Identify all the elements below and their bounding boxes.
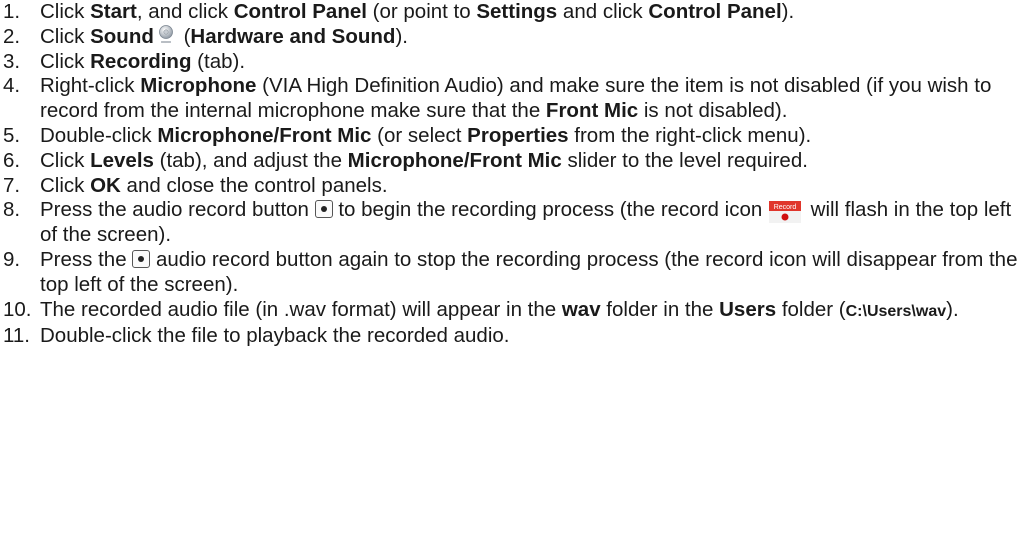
bold-term: wav xyxy=(561,297,601,321)
bold-term: Properties xyxy=(467,123,569,147)
instruction-list: 1. Click Start, and click Control Panel (… xyxy=(0,0,1033,349)
step-number: 11. xyxy=(3,324,30,348)
record-button-icon xyxy=(314,199,333,218)
step-item: 4. Right-click Microphone (VIA High Defin… xyxy=(0,74,1033,124)
bold-term: Microphone/Front Mic xyxy=(157,123,372,147)
step-item: 1. Click Start, and click Control Panel (… xyxy=(0,0,1033,25)
step-item: 11. Double-click the file to playback the… xyxy=(0,324,1033,349)
step-number: 8. xyxy=(3,198,21,222)
text-run: and close the control panels. xyxy=(120,173,388,197)
step-number: 3. xyxy=(3,49,21,73)
text-run: (or point to xyxy=(366,0,477,23)
text-run: Press the xyxy=(40,247,133,271)
bold-term: Hardware and Sound xyxy=(190,24,396,48)
text-run: Press the audio record button xyxy=(40,198,315,222)
folder-path: C:\Users\wav xyxy=(845,302,947,320)
step-text: The recorded audio file (in .wav format)… xyxy=(40,298,1029,325)
step-number: 9. xyxy=(3,247,21,271)
text-run: ( xyxy=(177,24,191,48)
step-text: Click Start, and click Control Panel (or… xyxy=(40,0,1029,25)
text-run: Double-click xyxy=(40,123,158,147)
text-run: folder in the xyxy=(600,297,720,321)
bold-term: OK xyxy=(90,173,121,197)
text-run: (or select xyxy=(371,123,468,147)
text-run: (tab). xyxy=(191,49,246,73)
step-number: 6. xyxy=(3,148,21,172)
step-text: Double-click Microphone/Front Mic (or se… xyxy=(40,124,1029,149)
text-run: , and click xyxy=(136,0,234,23)
bold-term: Start xyxy=(90,0,137,23)
text-run: ). xyxy=(781,0,795,23)
text-run: (tab), and adjust the xyxy=(153,148,348,172)
bold-term: Settings xyxy=(476,0,558,23)
text-run: ). xyxy=(395,24,408,48)
text-run: Click xyxy=(40,24,91,48)
text-run: to begin the recording process (the reco… xyxy=(332,198,768,222)
sound-icon xyxy=(158,25,173,44)
step-text: Click Levels (tab), and adjust the Micro… xyxy=(40,149,1029,174)
step-item: 7. Click OK and close the control panels. xyxy=(0,174,1033,199)
text-run: folder ( xyxy=(776,297,846,321)
bold-term: Microphone/Front Mic xyxy=(347,148,562,172)
step-item: 2. Click Sound (Hardware and Sound). xyxy=(0,25,1033,50)
bold-term: Microphone xyxy=(140,74,257,98)
record-button-icon xyxy=(132,249,151,268)
step-text: Click Recording (tab). xyxy=(40,50,1029,75)
step-text: Press the audio record button again to s… xyxy=(40,248,1029,298)
text-run: Right-click xyxy=(40,74,141,98)
text-run: slider to the level required. xyxy=(561,148,808,172)
bold-term: Control Panel xyxy=(233,0,367,23)
text-run: Click xyxy=(40,173,91,197)
record-badge-icon: Record xyxy=(768,200,801,223)
text-run: The recorded audio file (in .wav format)… xyxy=(40,297,562,321)
step-item: 5. Double-click Microphone/Front Mic (or … xyxy=(0,124,1033,149)
step-item: 8. Press the audio record button to begin… xyxy=(0,198,1033,248)
step-text: Click Sound (Hardware and Sound). xyxy=(40,25,1029,50)
step-number: 7. xyxy=(3,173,21,197)
text-run: is not disabled). xyxy=(638,99,788,123)
step-item: 6. Click Levels (tab), and adjust the Mic… xyxy=(0,149,1033,174)
bold-term: Control Panel xyxy=(648,0,782,23)
step-text: Double-click the file to playback the re… xyxy=(40,324,1029,349)
text-run: Double-click the file to playback the re… xyxy=(40,324,510,348)
step-number: 2. xyxy=(3,24,21,48)
step-number: 10. xyxy=(3,297,32,321)
svg-text:Record: Record xyxy=(774,204,797,211)
text-run: ). xyxy=(946,297,959,321)
step-item: 10. The recorded audio file (in .wav form… xyxy=(0,298,1033,325)
text-run: and click xyxy=(557,0,649,23)
text-run: Click xyxy=(40,49,91,73)
bold-term: Sound xyxy=(90,24,154,48)
step-item: 3. Click Recording (tab). xyxy=(0,50,1033,75)
step-number: 5. xyxy=(3,123,21,147)
text-run: Click xyxy=(40,0,91,23)
step-number: 4. xyxy=(3,74,21,98)
text-run: Click xyxy=(40,148,91,172)
bold-term: Levels xyxy=(90,148,154,172)
step-text: Press the audio record button to begin t… xyxy=(40,198,1029,248)
step-number: 1. xyxy=(3,0,21,23)
text-run: audio record button again to stop the re… xyxy=(40,247,1018,296)
text-run: from the right-click menu). xyxy=(568,123,812,147)
bold-term: Recording xyxy=(90,49,192,73)
step-text: Click OK and close the control panels. xyxy=(40,174,1029,199)
step-text: Right-click Microphone (VIA High Definit… xyxy=(40,74,1029,124)
step-item: 9. Press the audio record button again to… xyxy=(0,248,1033,298)
bold-term: Users xyxy=(719,297,777,321)
bold-term: Front Mic xyxy=(545,99,639,123)
